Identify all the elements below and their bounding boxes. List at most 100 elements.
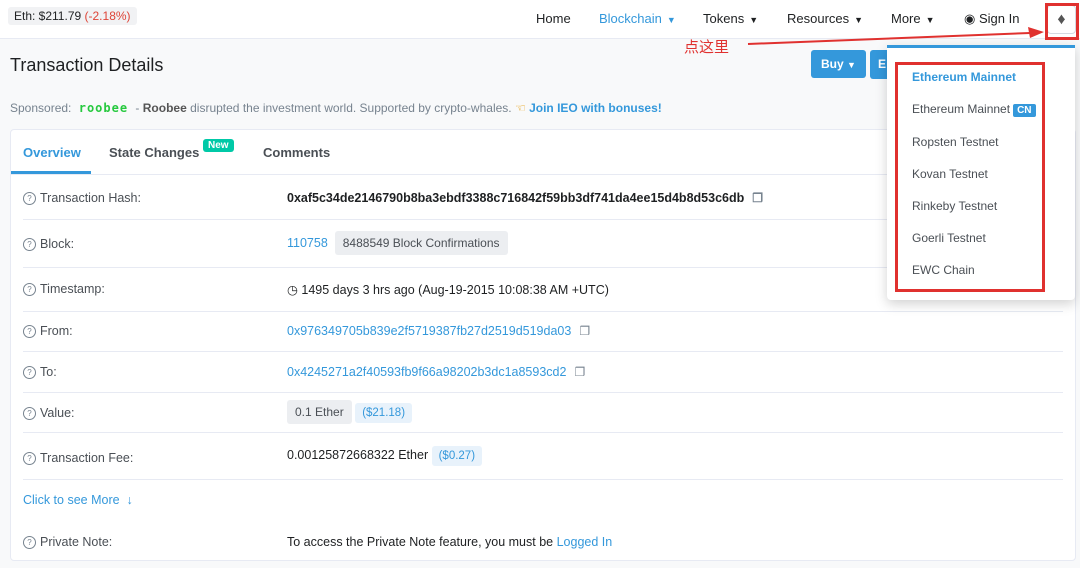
row-private-note: ? Private Note: To access the Private Not… <box>23 522 1063 560</box>
network-rinkeby[interactable]: Rinkeby Testnet <box>912 199 997 213</box>
label-text: Timestamp: <box>40 282 105 296</box>
nav-more[interactable]: More ▼ <box>891 11 935 26</box>
network-ethereum-mainnet-cn[interactable]: Ethereum Mainnet CN <box>912 102 1036 117</box>
logged-in-link[interactable]: Logged In <box>557 535 613 549</box>
nav-blockchain-label: Blockchain <box>599 11 662 26</box>
user-circle-icon: ◉ <box>964 11 976 26</box>
to-value: 0x4245271a2f40593fb9f66a98202b3dc1a8593c… <box>287 365 585 379</box>
fee-text: 0.00125872668322 Ether <box>287 448 429 462</box>
network-switch-button[interactable]: ♦ <box>1047 5 1076 34</box>
label-text: Value: <box>40 406 75 420</box>
row-transaction-fee: ? Transaction Fee: 0.00125872668322 Ether… <box>23 432 1063 480</box>
row-label: ? To: <box>23 365 57 379</box>
page-title: Transaction Details <box>10 55 164 75</box>
sign-in-link[interactable]: ◉ Sign In <box>964 11 1019 27</box>
new-badge: New <box>203 139 234 152</box>
copy-icon[interactable]: ❐ <box>574 365 585 379</box>
to-address-link[interactable]: 0x4245271a2f40593fb9f66a98202b3dc1a8593c… <box>287 365 566 379</box>
see-more-link[interactable]: Click to see More ↓ <box>23 493 133 507</box>
cn-badge: CN <box>1013 104 1036 117</box>
label-text: Transaction Hash: <box>40 191 141 205</box>
network-ethereum-mainnet[interactable]: Ethereum Mainnet <box>912 70 1016 84</box>
clock-icon: ◷ <box>287 283 298 297</box>
annotation-text: 点这里 <box>684 38 730 56</box>
from-address-link[interactable]: 0x976349705b839e2f5719387fb27d2519d519da… <box>287 324 571 338</box>
copy-icon[interactable]: ❐ <box>752 191 763 205</box>
question-circle-icon: ? <box>23 536 36 549</box>
label-text: From: <box>40 324 73 338</box>
nav-blockchain[interactable]: Blockchain ▼ <box>599 11 676 26</box>
question-circle-icon: ? <box>23 366 36 379</box>
nav-more-label: More <box>891 11 921 26</box>
question-circle-icon: ? <box>23 283 36 296</box>
timestamp-value: ◷ 1495 days 3 hrs ago (Aug-19-2015 10:08… <box>287 282 609 297</box>
question-circle-icon: ? <box>23 407 36 420</box>
network-kovan[interactable]: Kovan Testnet <box>912 167 988 181</box>
eth-price: Eth: $211.79 <box>14 9 82 23</box>
label-text: To: <box>40 365 57 379</box>
private-note-value: To access the Private Note feature, you … <box>287 535 612 549</box>
pointing-hand-icon: ☜ <box>514 101 526 115</box>
network-ropsten[interactable]: Ropsten Testnet <box>912 135 999 149</box>
block-number-link[interactable]: 110758 <box>287 236 328 250</box>
question-circle-icon: ? <box>23 452 36 465</box>
row-to: ? To: 0x4245271a2f40593fb9f66a98202b3dc1a… <box>23 351 1063 393</box>
tab-overview[interactable]: Overview <box>23 145 81 160</box>
hash-text: 0xaf5c34de2146790b8ba3ebdf3388c716842f59… <box>287 191 745 205</box>
network-dropdown: Ethereum Mainnet Ethereum Mainnet CN Rops… <box>887 45 1075 300</box>
ethereum-icon: ♦ <box>1057 11 1066 28</box>
chevron-down-icon: ▼ <box>749 15 759 25</box>
question-circle-icon: ? <box>23 325 36 338</box>
sponsor-cta-link[interactable]: Join IEO with bonuses! <box>529 101 662 115</box>
value-value: 0.1 Ether ($21.18) <box>287 400 413 424</box>
row-value: ? Value: 0.1 Ether ($21.18) <box>23 392 1063 433</box>
sponsor-text: disrupted the investment world. Supporte… <box>186 101 512 115</box>
label-text: Transaction Fee: <box>40 451 134 465</box>
copy-icon[interactable]: ❐ <box>579 324 590 338</box>
sign-in-label: Sign In <box>978 11 1020 26</box>
fee-value: 0.00125872668322 Ether ($0.27) <box>287 446 483 466</box>
see-more-label: Click to see More <box>23 493 120 507</box>
top-navbar: Eth: $211.79 (-2.18%) Home Blockchain ▼ T… <box>0 0 1080 39</box>
row-label: ? Block: <box>23 237 74 251</box>
confirmations-badge: 8488549 Block Confirmations <box>334 231 508 255</box>
chevron-down-icon: ▼ <box>925 15 935 25</box>
buy-button[interactable]: Buy ▼ <box>811 50 866 78</box>
nav-tokens[interactable]: Tokens ▼ <box>703 11 758 26</box>
sponsored-banner: Sponsored: roobee - Roobee disrupted the… <box>10 101 662 115</box>
tab-state-changes[interactable]: State Changes <box>109 145 199 160</box>
from-value: 0x976349705b839e2f5719387fb27d2519d519da… <box>287 324 590 338</box>
row-label: ? Private Note: <box>23 535 112 549</box>
transaction-hash-value: 0xaf5c34de2146790b8ba3ebdf3388c716842f59… <box>287 191 763 205</box>
network-ewc-chain[interactable]: EWC Chain <box>912 263 975 277</box>
row-label: ? From: <box>23 324 73 338</box>
row-from: ? From: 0x976349705b839e2f5719387fb27d251… <box>23 311 1063 352</box>
nav-resources[interactable]: Resources ▼ <box>787 11 863 26</box>
private-note-text: To access the Private Note feature, you … <box>287 535 557 549</box>
nav-tokens-label: Tokens <box>703 11 745 26</box>
row-label: ? Transaction Hash: <box>23 191 141 205</box>
question-circle-icon: ? <box>23 192 36 205</box>
usd-value-badge: ($21.18) <box>355 403 413 423</box>
tab-comments[interactable]: Comments <box>263 145 330 160</box>
eth-price-change: (-2.18%) <box>84 9 131 23</box>
timestamp-text: 1495 days 3 hrs ago (Aug-19-2015 10:08:3… <box>301 283 609 297</box>
sponsor-logo[interactable]: roobee <box>79 101 128 115</box>
label-text: Block: <box>40 237 75 251</box>
question-circle-icon: ? <box>23 238 36 251</box>
nav-home[interactable]: Home <box>536 11 571 26</box>
sponsor-dash: - <box>132 101 143 115</box>
chevron-down-icon: ▼ <box>847 60 856 70</box>
sponsored-label: Sponsored: <box>10 101 72 115</box>
row-label: ? Transaction Fee: <box>23 451 133 465</box>
buy-label: Buy <box>821 57 844 71</box>
sponsor-name: Roobee <box>142 101 187 115</box>
network-label: Ethereum Mainnet <box>912 102 1011 116</box>
eth-price-badge: Eth: $211.79 (-2.18%) <box>8 7 137 25</box>
ether-value-badge: 0.1 Ether <box>287 400 352 424</box>
row-label: ? Value: <box>23 406 75 420</box>
network-goerli[interactable]: Goerli Testnet <box>912 231 986 245</box>
chevron-down-icon: ▼ <box>666 15 676 25</box>
block-value: 110758 8488549 Block Confirmations <box>287 231 508 255</box>
row-label: ? Timestamp: <box>23 282 105 296</box>
